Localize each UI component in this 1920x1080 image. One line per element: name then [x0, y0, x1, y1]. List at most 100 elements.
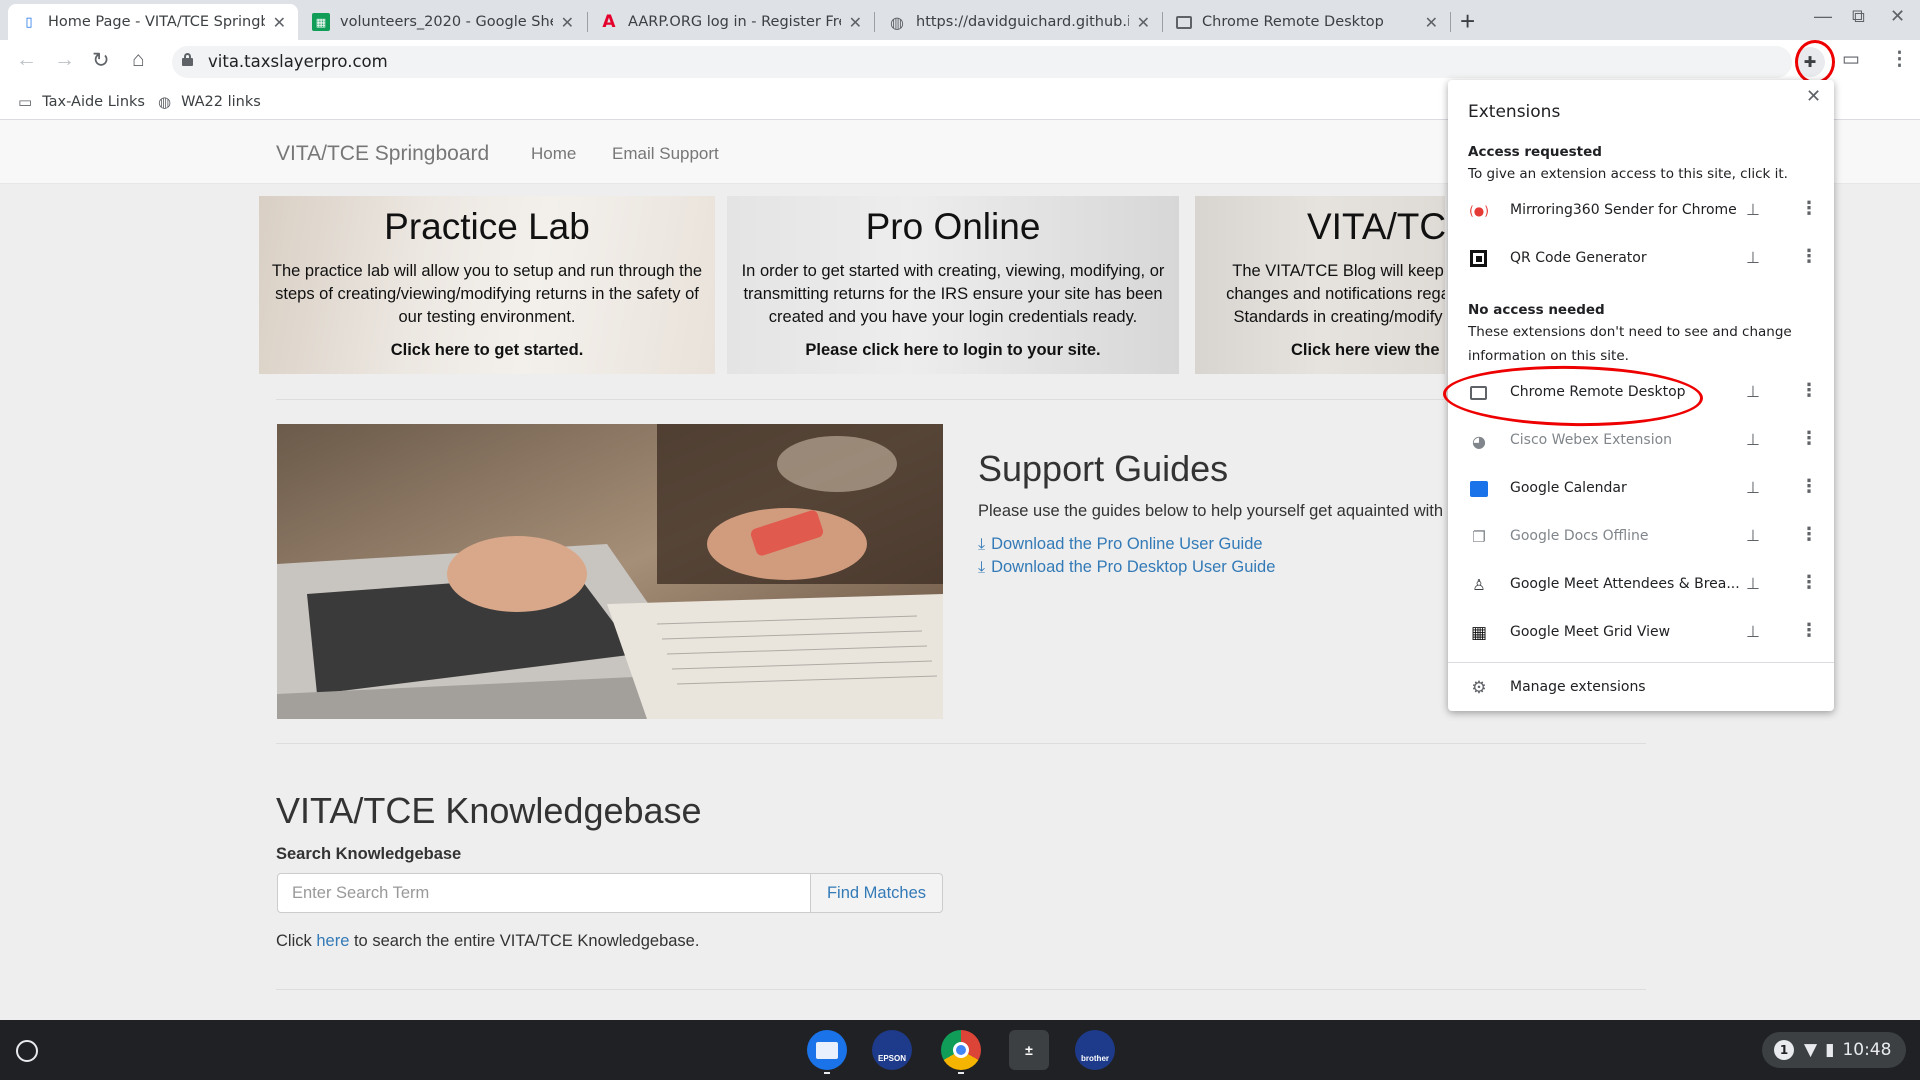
access-requested-desc: To give an extension access to this site…: [1468, 166, 1788, 182]
card-title: VITA/TCE: [1307, 206, 1445, 247]
tab-title: Home Page - VITA/TCE Springboard: [48, 14, 265, 30]
bookmark-wa22-links[interactable]: ◍ WA22 links: [158, 93, 261, 111]
menu-kebab-icon[interactable]: ⋮: [1890, 48, 1909, 71]
webex-icon: ◕: [1472, 431, 1486, 451]
tab-aarp[interactable]: A AARP.ORG log in - Register Free ✕: [588, 4, 874, 40]
card-text: In order to get started with creating, v…: [741, 262, 1165, 326]
close-icon[interactable]: ✕: [849, 13, 862, 32]
close-icon[interactable]: ✕: [1425, 13, 1438, 32]
close-icon[interactable]: ✕: [561, 13, 574, 32]
minimize-icon[interactable]: —: [1814, 6, 1832, 27]
os-shelf: EPSON ± brother 1 ▼ ▮ 10:48: [0, 1020, 1920, 1080]
knowledgebase-search-input[interactable]: [277, 873, 811, 913]
more-options-icon[interactable]: ⋮: [1800, 620, 1818, 641]
new-tab-icon[interactable]: +: [1460, 6, 1475, 37]
close-icon[interactable]: ✕: [273, 13, 286, 32]
qr-icon: [1470, 250, 1487, 267]
cast-icon[interactable]: ▭: [1842, 48, 1860, 71]
pin-icon[interactable]: ⊥: [1746, 430, 1760, 449]
card-text: The VITA/TCE Blog will keep changes and …: [1226, 262, 1445, 326]
forward-icon[interactable]: →: [54, 48, 75, 72]
close-icon[interactable]: ✕: [1137, 13, 1150, 32]
extension-item-qr-code[interactable]: QR Code Generator ⊥ ⋮: [1448, 239, 1834, 279]
calculator-app-icon[interactable]: ±: [1009, 1030, 1049, 1070]
knowledgebase-search-label: Search Knowledgebase: [276, 845, 462, 863]
extension-item-cisco-webex[interactable]: ◕ Cisco Webex Extension ⊥ ⋮: [1448, 421, 1834, 461]
more-options-icon[interactable]: ⋮: [1800, 524, 1818, 545]
grid-icon: ▦: [1470, 623, 1488, 643]
link-text: Download the Pro Desktop User Guide: [991, 558, 1276, 576]
tab-remote-desktop[interactable]: Chrome Remote Desktop ✕: [1164, 4, 1450, 40]
card-pro-online[interactable]: Pro Online In order to get started with …: [727, 196, 1179, 374]
knowledgebase-here-link[interactable]: here: [316, 932, 349, 950]
aarp-icon: A: [602, 12, 616, 32]
extension-item-google-calendar[interactable]: Google Calendar ⊥ ⋮: [1448, 469, 1834, 509]
notification-count[interactable]: 1: [1774, 1040, 1794, 1060]
tab-separator: [1162, 12, 1163, 32]
more-options-icon[interactable]: ⋮: [1800, 476, 1818, 497]
card-cta[interactable]: Please click here to login to your site.: [727, 341, 1179, 360]
files-app-icon[interactable]: [807, 1030, 847, 1070]
pin-icon[interactable]: ⊥: [1746, 478, 1760, 497]
more-options-icon[interactable]: ⋮: [1800, 572, 1818, 593]
nav-email-support[interactable]: Email Support: [612, 144, 719, 164]
meet-attendees-icon: ♙: [1472, 576, 1486, 594]
bookmark-tax-aide-links[interactable]: ▭ Tax-Aide Links: [18, 93, 145, 111]
more-options-icon[interactable]: ⋮: [1800, 428, 1818, 449]
download-pro-desktop-guide[interactable]: ⤓ Download the Pro Desktop User Guide: [978, 558, 1275, 577]
pin-icon[interactable]: ⊥: [1746, 622, 1760, 641]
card-cta[interactable]: Click here view the: [1291, 341, 1445, 360]
extension-item-google-docs-offline[interactable]: ❐ Google Docs Offline ⊥ ⋮: [1448, 517, 1834, 557]
epson-label: EPSON: [877, 1053, 906, 1063]
manage-extensions-label: Manage extensions: [1510, 679, 1646, 695]
more-options-icon[interactable]: ⋮: [1800, 380, 1818, 401]
reload-icon[interactable]: ↻: [92, 48, 110, 73]
download-pro-online-guide[interactable]: ⤓ Download the Pro Online User Guide: [978, 535, 1263, 554]
find-matches-button[interactable]: Find Matches: [810, 873, 943, 913]
restore-icon[interactable]: ⧉: [1852, 6, 1865, 27]
epson-app-icon[interactable]: EPSON: [872, 1030, 912, 1070]
more-options-icon[interactable]: ⋮: [1800, 246, 1818, 267]
tab-separator: [1450, 12, 1451, 32]
manage-extensions-item[interactable]: ⚙ Manage extensions: [1448, 668, 1834, 708]
extension-item-mirroring360[interactable]: (●) Mirroring360 Sender for Chrome ⊥ ⋮: [1448, 191, 1834, 231]
laptop-photo: [277, 424, 943, 719]
tab-github[interactable]: ◍ https://davidguichard.github.io/t ✕: [876, 4, 1162, 40]
pin-icon[interactable]: ⊥: [1746, 248, 1760, 267]
pin-icon[interactable]: ⊥: [1746, 382, 1760, 401]
launcher-icon[interactable]: [16, 1040, 38, 1062]
annotation-circle: [1795, 40, 1835, 84]
tab-volunteers-sheets[interactable]: ▦ volunteers_2020 - Google Sheets ✕: [300, 4, 586, 40]
card-title: Pro Online: [865, 206, 1041, 247]
back-icon[interactable]: ←: [16, 48, 37, 72]
nav-home[interactable]: Home: [531, 144, 576, 164]
access-requested-heading: Access requested: [1468, 144, 1602, 160]
site-brand[interactable]: VITA/TCE Springboard: [276, 142, 489, 166]
card-cta[interactable]: Click here to get started.: [259, 341, 715, 360]
pin-icon[interactable]: ⊥: [1746, 574, 1760, 593]
tab-strip: ▯ Home Page - VITA/TCE Springboard ✕ ▦ v…: [0, 0, 1920, 40]
tab-home-page[interactable]: ▯ Home Page - VITA/TCE Springboard ✕: [8, 4, 298, 40]
window-close-icon[interactable]: ✕: [1890, 6, 1905, 27]
divider: [276, 743, 1646, 744]
extension-item-meet-grid-view[interactable]: ▦ Google Meet Grid View ⊥ ⋮: [1448, 613, 1834, 653]
bookmark-label: WA22 links: [181, 94, 261, 110]
card-vita-tce-blog[interactable]: VITA/TCE The VITA/TCE Blog will keep cha…: [1195, 196, 1445, 374]
home-icon[interactable]: ⌂: [132, 48, 145, 72]
brother-app-icon[interactable]: brother: [1075, 1030, 1115, 1070]
extension-name: Mirroring360 Sender for Chrome: [1510, 202, 1737, 218]
popup-divider: [1448, 662, 1834, 663]
status-tray[interactable]: 1 ▼ ▮ 10:48: [1762, 1032, 1906, 1068]
browser-toolbar: ← → ↻ ⌂ vita.taxslayerpro.com ★ ✚ ▭ ⋮: [0, 40, 1920, 84]
more-options-icon[interactable]: ⋮: [1800, 198, 1818, 219]
card-practice-lab[interactable]: Practice Lab The practice lab will allow…: [259, 196, 715, 374]
chrome-center-icon: [953, 1042, 969, 1058]
close-icon[interactable]: ✕: [1806, 86, 1821, 107]
extension-item-meet-attendees[interactable]: ♙ Google Meet Attendees & Brea... ⊥ ⋮: [1448, 565, 1834, 605]
pin-icon[interactable]: ⊥: [1746, 200, 1760, 219]
document-icon: ▯: [25, 14, 33, 30]
address-bar[interactable]: vita.taxslayerpro.com ★: [172, 46, 1792, 78]
chrome-app-icon[interactable]: [941, 1030, 981, 1070]
click-prefix: Click: [276, 932, 312, 950]
pin-icon[interactable]: ⊥: [1746, 526, 1760, 545]
